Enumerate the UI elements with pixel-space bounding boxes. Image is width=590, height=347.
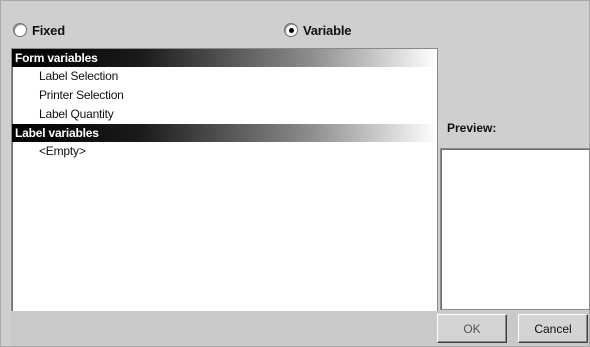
list-item-label-selection[interactable]: Label Selection [12, 67, 437, 86]
ok-button[interactable]: OK [437, 314, 507, 343]
dialog: Fixed Variable Form variables Label Sele… [0, 0, 590, 347]
variables-list[interactable]: Form variables Label Selection Printer S… [11, 48, 438, 312]
preview-label: Preview: [447, 121, 497, 135]
list-item-printer-selection[interactable]: Printer Selection [12, 86, 437, 105]
cancel-button[interactable]: Cancel [518, 314, 588, 343]
fixed-radio-button[interactable] [13, 23, 27, 37]
variable-radio-label: Variable [303, 22, 352, 38]
variable-radio-option[interactable]: Variable [284, 19, 351, 41]
group-header-label-variables: Label variables [12, 124, 437, 142]
variable-radio-button[interactable] [284, 23, 298, 37]
fixed-radio-option[interactable]: Fixed [13, 19, 65, 41]
group-header-form-variables: Form variables [12, 49, 437, 67]
fixed-radio-label: Fixed [32, 22, 65, 38]
list-item-empty[interactable]: <Empty> [12, 142, 437, 161]
list-item-label-quantity[interactable]: Label Quantity [12, 105, 437, 124]
preview-box [440, 148, 590, 310]
radio-selected-dot [288, 27, 294, 33]
